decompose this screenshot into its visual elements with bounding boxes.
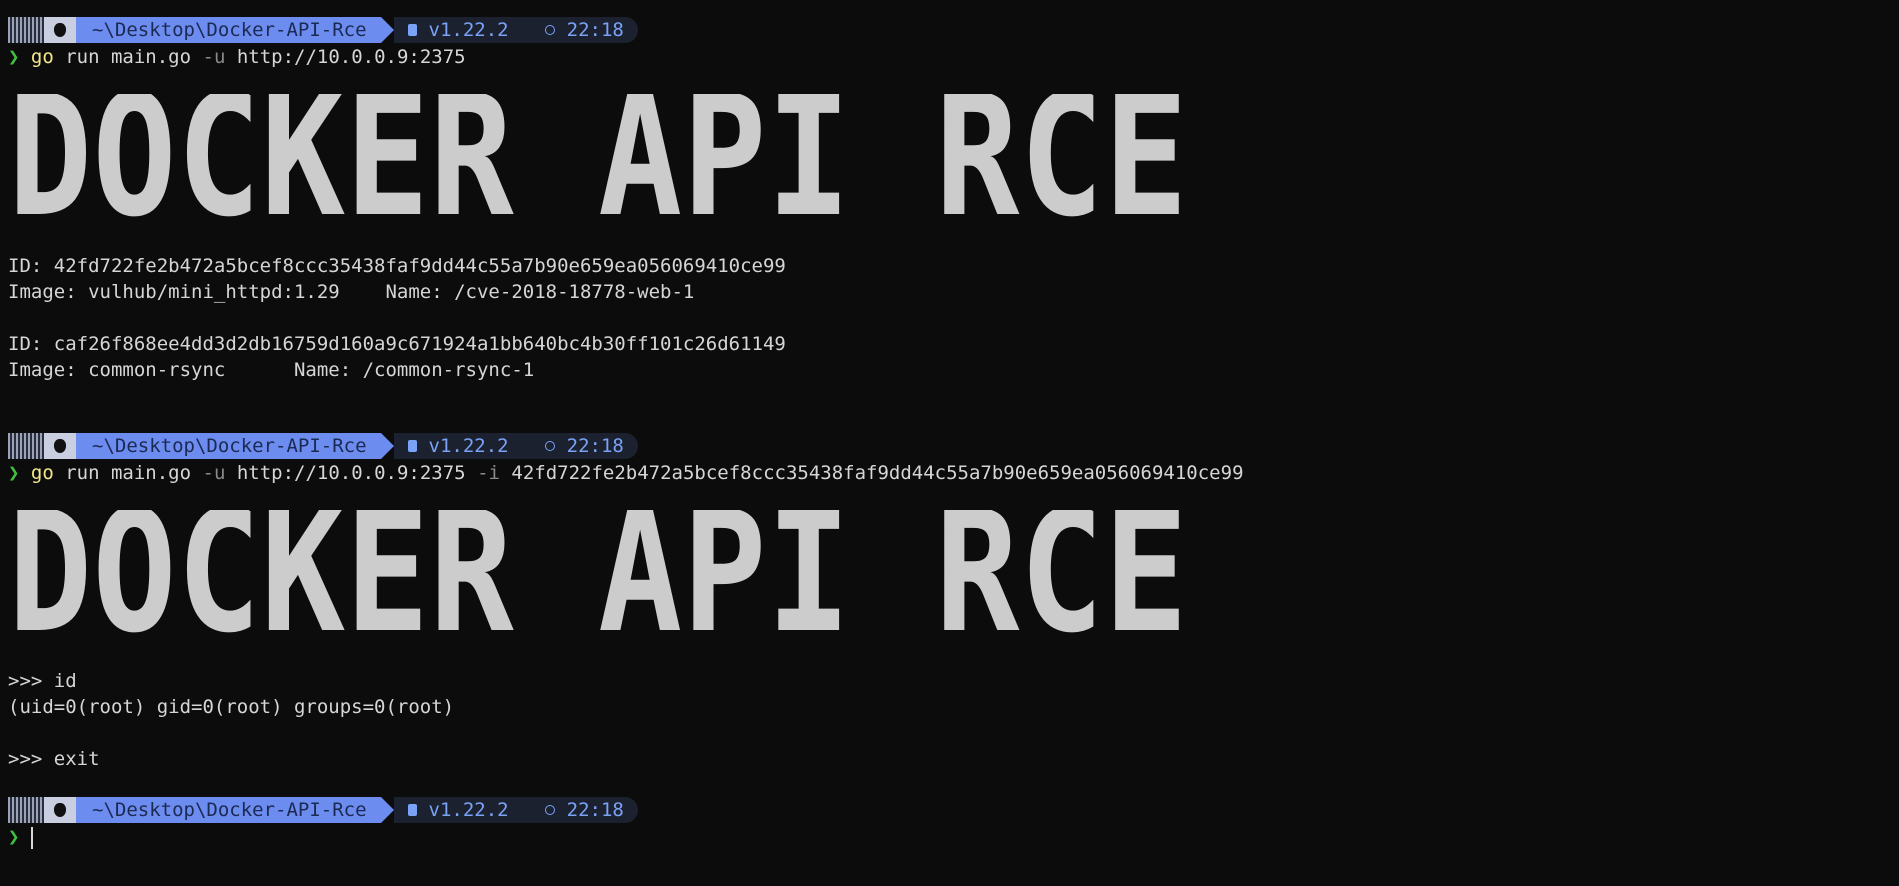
command-go: go xyxy=(30,46,54,68)
prompt-bar: ~\Desktop\Docker-API-Rce v1.22.2 22:18 xyxy=(8,433,692,459)
prompt-bar: ~\Desktop\Docker-API-Rce v1.22.2 22:18 xyxy=(8,797,692,823)
prompt-chevron: ❯ xyxy=(8,46,20,68)
command-url: http://10.0.0.9:2375 xyxy=(225,462,478,484)
go-version: v1.22.2 xyxy=(428,799,509,821)
apple-icon xyxy=(44,797,76,823)
banner-art: DOCKER API RCE xyxy=(8,94,1188,224)
prompt-separator xyxy=(380,433,394,459)
command-args: run main.go xyxy=(53,462,203,484)
clock-icon xyxy=(544,805,555,815)
shell-input: >>> id xyxy=(8,670,77,692)
banner-text: DOCKER API RCE xyxy=(8,510,1188,640)
prompt-path: ~\Desktop\Docker-API-Rce xyxy=(76,17,381,43)
prompt-separator xyxy=(380,797,394,823)
banner-text: DOCKER API RCE xyxy=(8,94,1188,224)
prompt-time: 22:18 xyxy=(566,19,624,41)
go-icon xyxy=(407,440,417,452)
prompt-gradient xyxy=(8,433,44,459)
go-icon xyxy=(407,804,417,816)
prompt-chevron: ❯ xyxy=(8,462,20,484)
prompt-separator xyxy=(380,17,394,43)
go-icon xyxy=(407,24,417,36)
flag-i: -i xyxy=(477,462,500,484)
apple-icon xyxy=(44,433,76,459)
command-args: run main.go xyxy=(53,46,203,68)
container-id: ID: 42fd722fe2b472a5bcef8ccc35438faf9dd4… xyxy=(8,255,786,277)
banner-art: DOCKER API RCE xyxy=(8,510,1188,640)
command-line: ❯ go run main.go -u http://10.0.0.9:2375 xyxy=(8,44,466,70)
prompt-time: 22:18 xyxy=(566,799,624,821)
container-info: Image: common-rsync Name: /common-rsync-… xyxy=(8,359,535,381)
text-cursor[interactable] xyxy=(31,826,34,849)
go-version: v1.22.2 xyxy=(428,435,509,457)
command-url: http://10.0.0.9:2375 xyxy=(225,46,466,68)
prompt-chevron: ❯ xyxy=(8,826,20,848)
input-line[interactable]: ❯ xyxy=(8,824,34,850)
prompt-status: v1.22.2 22:18 xyxy=(393,17,638,43)
container-info: Image: vulhub/mini_httpd:1.29 Name: /cve… xyxy=(8,281,695,303)
prompt-status: v1.22.2 22:18 xyxy=(393,797,638,823)
prompt-path: ~\Desktop\Docker-API-Rce xyxy=(76,433,381,459)
flag-u: -u xyxy=(202,46,226,68)
prompt-time: 22:18 xyxy=(566,435,624,457)
command-container-id: 42fd722fe2b472a5bcef8ccc35438faf9dd44c55… xyxy=(499,462,1244,484)
prompt-gradient xyxy=(8,17,44,43)
prompt-path: ~\Desktop\Docker-API-Rce xyxy=(76,797,381,823)
command-line: ❯ go run main.go -u http://10.0.0.9:2375… xyxy=(8,460,1244,486)
prompt-gradient xyxy=(8,797,44,823)
command-go: go xyxy=(30,462,54,484)
shell-output: (uid=0(root) gid=0(root) groups=0(root) xyxy=(8,696,455,718)
prompt-bar: ~\Desktop\Docker-API-Rce v1.22.2 22:18 xyxy=(8,17,692,43)
clock-icon xyxy=(544,25,555,35)
clock-icon xyxy=(544,441,555,451)
go-version: v1.22.2 xyxy=(428,19,509,41)
container-id: ID: caf26f868ee4dd3d2db16759d160a9c67192… xyxy=(8,333,786,355)
prompt-status: v1.22.2 22:18 xyxy=(393,433,638,459)
shell-input: >>> exit xyxy=(8,748,100,770)
apple-icon xyxy=(44,17,76,43)
flag-u: -u xyxy=(202,462,226,484)
